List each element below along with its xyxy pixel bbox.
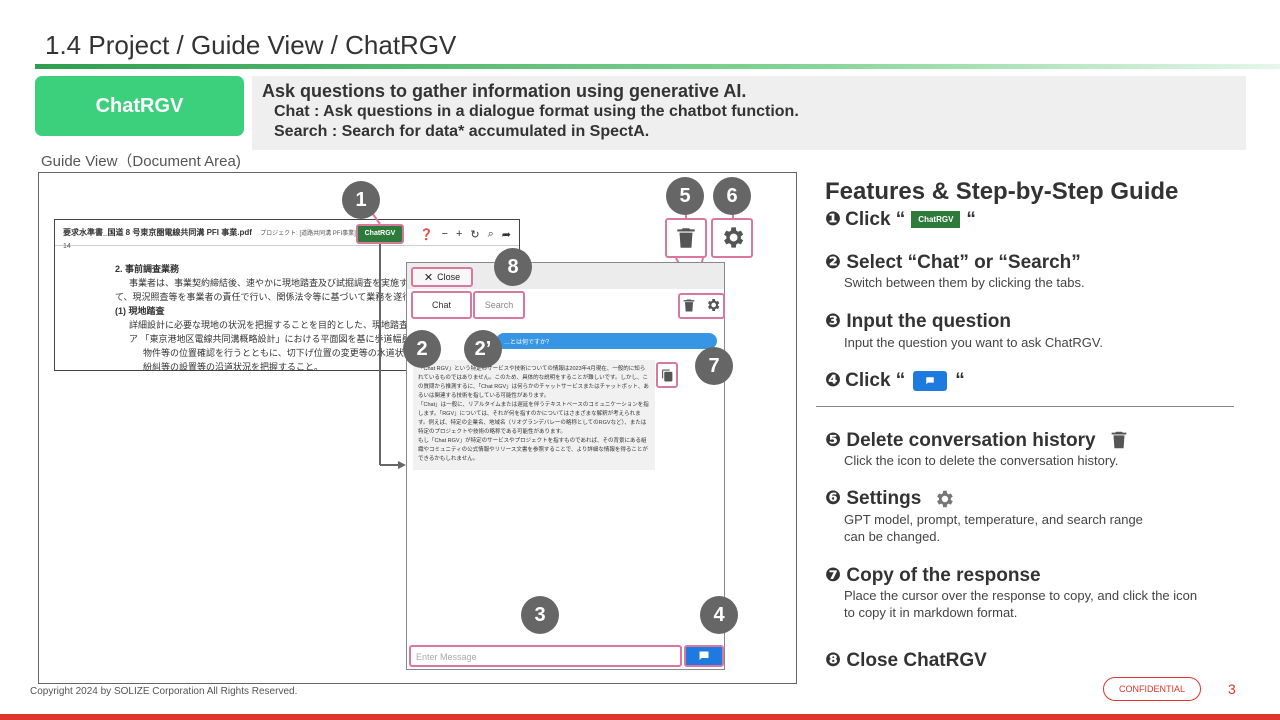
page-title: 1.4 Project / Guide View / ChatRGV	[45, 30, 457, 60]
document-line: ア 「東京港地区電線共同溝概略設計」における平面図を基に歩道幅員、官民	[129, 334, 438, 344]
step-4-number: ❹	[825, 370, 842, 391]
description-main: Ask questions to gather information usin…	[262, 81, 747, 101]
badge-2-prime: 2’	[464, 330, 502, 368]
step-4: ❹ Click “ “	[825, 369, 965, 392]
close-button[interactable]: ✕ Close	[411, 267, 473, 287]
message-input[interactable]: Enter Message	[409, 645, 682, 667]
trash-icon	[1111, 431, 1126, 449]
document-page-number: 14	[63, 243, 71, 250]
badge-5: 5	[666, 177, 704, 215]
step-1: ❶ Click “ ChatRGV “	[825, 208, 976, 231]
gear-icon	[724, 227, 744, 248]
badge-1: 1	[342, 181, 380, 219]
step-2-sub: Switch between them by clicking the tabs…	[844, 275, 1085, 290]
footer-bar	[0, 714, 1280, 720]
step-6-sub: GPT model, prompt, temperature, and sear…	[844, 511, 1143, 545]
section-divider	[816, 406, 1234, 407]
search-icon[interactable]: ⌕	[488, 228, 494, 241]
trash-icon	[677, 228, 695, 248]
step-1-chip: ChatRGV	[911, 211, 961, 228]
step-3: ❸ Input the question	[825, 311, 1012, 332]
description-chat: Chat : Ask questions in a dialogue forma…	[274, 103, 799, 120]
confidential-badge: CONFIDENTIAL	[1103, 677, 1201, 701]
step-3-sub: Input the question you want to ask ChatR…	[844, 335, 1103, 350]
step-7-sub-line: to copy it in markdown format.	[844, 605, 1018, 620]
description-search: Search : Search for data* accumulated in…	[274, 123, 650, 140]
document-line: (1) 現地踏査	[115, 306, 165, 316]
response-paragraph: 「Chat RGV」という特定のサービスや技術についての情報は2023年4月現在…	[418, 366, 649, 399]
badge-6: 6	[713, 177, 751, 215]
copy-icon	[661, 369, 672, 381]
close-icon: ✕	[423, 271, 434, 284]
step-1-number: ❶	[825, 209, 842, 230]
tab-chat[interactable]: Chat	[411, 291, 472, 319]
share-icon[interactable]: ➦	[502, 228, 511, 241]
step-2: ❷ Select “Chat” or “Search”	[825, 252, 1081, 273]
close-label: Close	[437, 272, 461, 282]
badge-2: 2	[403, 330, 441, 368]
step-1-prefix: Click “	[845, 208, 906, 230]
document-line: 物件等の位置確認を行うとともに、切下げ位置の変更等の水道状況およ	[143, 348, 431, 358]
description-box: Ask questions to gather information usin…	[252, 76, 1246, 150]
document-line: 詳細設計に必要な現地の状況を把握することを目的とした、現地踏査を行うこ	[129, 320, 445, 330]
zoom-in-icon[interactable]: +	[456, 228, 462, 241]
badge-7: 7	[695, 347, 733, 385]
send-icon	[913, 370, 948, 391]
document-line: 2. 事前調査業務	[115, 264, 180, 274]
step-5-sub: Click the icon to delete the conversatio…	[844, 453, 1119, 468]
tab-search[interactable]: Search	[473, 291, 525, 319]
step-7-sub-line: Place the cursor over the response to co…	[844, 588, 1198, 603]
gear-icon[interactable]	[705, 297, 721, 313]
title-underline	[35, 64, 1280, 69]
step-6-sub-line: GPT model, prompt, temperature, and sear…	[844, 512, 1143, 527]
guide-view-label: Guide View（Document Area)	[41, 153, 241, 170]
zoom-out-icon[interactable]: −	[442, 228, 448, 241]
badge-8: 8	[494, 248, 532, 286]
step-5-text: ❺ Delete conversation history	[825, 429, 1096, 451]
badge-3: 3	[521, 596, 559, 634]
step-4-prefix: Click “	[845, 369, 906, 391]
document-line: て、現況照査等を事業者の責任で行い、関係法令等に基づいて業務を遂行するも	[115, 292, 439, 302]
document-line: 紛糾等の設置等の沿道状況を把握すること。	[143, 362, 324, 372]
document-filename: 要求水準書_国道 8 号東京圏電線共同溝 PFI 事業.pdf	[63, 228, 252, 237]
document-tools: ❓ − + ↻ ⌕ ➦	[420, 228, 511, 241]
assistant-response: 「Chat RGV」という特定のサービスや技術についての情報は2023年4月現在…	[413, 360, 655, 470]
step-4-suffix: “	[955, 369, 965, 391]
step-7: ❼ Copy of the response	[825, 565, 1041, 586]
badge-4: 4	[700, 596, 738, 634]
send-icon	[699, 651, 709, 660]
step-6: ❻ Settings	[825, 487, 955, 510]
refresh-icon[interactable]: ↻	[470, 228, 479, 241]
user-message: …とは何ですか？	[496, 333, 717, 349]
step-8: ❽ Close ChatRGV	[825, 650, 987, 671]
chatrgv-pill: ChatRGV	[35, 76, 244, 136]
copyright: Copyright 2024 by SOLIZE Corporation All…	[30, 686, 298, 697]
chatrgv-button-highlight	[356, 224, 404, 244]
step-6-sub-line: can be changed.	[844, 529, 941, 544]
features-title: Features & Step-by-Step Guide	[825, 178, 1179, 205]
step-6-text: ❻ Settings	[825, 488, 922, 509]
gear-icon	[937, 490, 954, 507]
step-1-suffix: “	[966, 208, 976, 230]
copy-button[interactable]	[656, 362, 678, 388]
page-number: 3	[1228, 681, 1236, 697]
step-5: ❺ Delete conversation history	[825, 428, 1130, 452]
send-button[interactable]	[684, 645, 724, 667]
document-line: 事業者は、事業契約締結後、速やかに現地踏査及び試掘調査を実施することとし	[129, 278, 454, 288]
response-paragraph: もし「Chat RGV」が特定のサービスやプロジェクトを指すものであれば、その背…	[418, 438, 648, 462]
response-paragraph: 「Chat」は一般に、リアルタイムまたは遅延を伴うテキストベースのコミュニケーシ…	[418, 402, 649, 435]
trash-icon[interactable]	[681, 297, 697, 314]
help-icon[interactable]: ❓	[420, 228, 434, 241]
step-7-sub: Place the cursor over the response to co…	[844, 587, 1197, 621]
